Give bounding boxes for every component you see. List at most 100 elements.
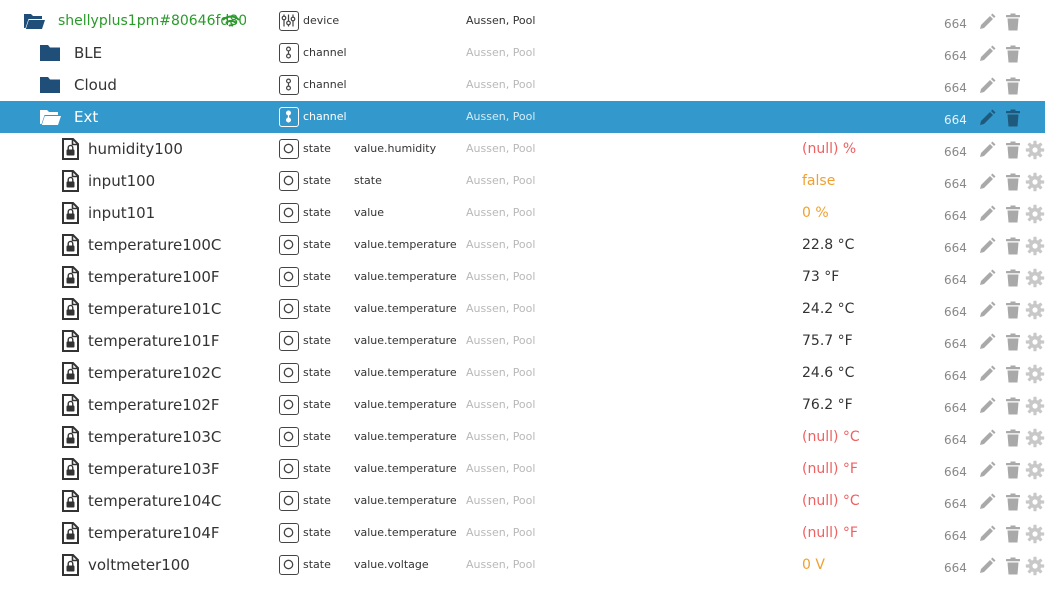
trash-icon[interactable] — [1003, 140, 1023, 160]
locked-file-icon — [58, 361, 82, 385]
tree-row-state[interactable]: temperature104C state value.temperature Aus… — [0, 485, 1045, 517]
pencil-icon[interactable] — [977, 12, 997, 32]
trash-icon[interactable] — [1003, 236, 1023, 256]
trash-icon[interactable] — [1003, 300, 1023, 320]
gear-icon[interactable] — [1025, 556, 1045, 576]
pencil-icon[interactable] — [977, 492, 997, 512]
tree-row-state[interactable]: temperature103F state value.temperature Aus… — [0, 453, 1045, 485]
object-value[interactable]: (null) % — [802, 133, 856, 165]
gear-icon[interactable] — [1025, 236, 1045, 256]
tree-row-state[interactable]: temperature103C state value.temperature Aus… — [0, 421, 1045, 453]
object-value[interactable]: 76.2 °F — [802, 389, 853, 421]
trash-icon[interactable] — [1003, 268, 1023, 288]
object-type: state — [303, 142, 331, 155]
tree-row-device[interactable]: shellyplus1pm#80646fd80e00# device Aussen,… — [0, 5, 1045, 37]
folder-open-icon[interactable] — [38, 105, 62, 129]
object-value[interactable]: 73 °F — [802, 261, 839, 293]
object-value[interactable]: 75.7 °F — [802, 325, 853, 357]
object-value[interactable]: 0 V — [802, 549, 825, 581]
gear-icon[interactable] — [1025, 460, 1045, 480]
pencil-icon[interactable] — [977, 140, 997, 160]
trash-icon[interactable] — [1003, 492, 1023, 512]
tree-row-channel[interactable]: Ext channel Aussen, Pool 664 — [0, 101, 1045, 133]
pencil-icon[interactable] — [977, 44, 997, 64]
gear-icon[interactable] — [1025, 524, 1045, 544]
object-name: input101 — [88, 204, 156, 222]
folder-icon[interactable] — [38, 41, 62, 65]
pencil-icon[interactable] — [977, 556, 997, 576]
object-value[interactable]: 0 % — [802, 197, 829, 229]
gear-icon[interactable] — [1025, 492, 1045, 512]
object-value[interactable]: (null) °C — [802, 485, 860, 517]
folder-open-icon[interactable] — [22, 9, 46, 33]
object-value[interactable]: 24.6 °C — [802, 357, 854, 389]
object-name: temperature102F — [88, 396, 220, 414]
trash-icon[interactable] — [1003, 108, 1023, 128]
pencil-icon[interactable] — [977, 268, 997, 288]
tree-row-channel[interactable]: BLE channel Aussen, Pool 664 — [0, 37, 1045, 69]
object-value[interactable]: 22.8 °C — [802, 229, 854, 261]
trash-icon[interactable] — [1003, 204, 1023, 224]
trash-icon[interactable] — [1003, 364, 1023, 384]
folder-icon[interactable] — [38, 73, 62, 97]
trash-icon[interactable] — [1003, 460, 1023, 480]
gear-icon[interactable] — [1025, 268, 1045, 288]
tree-row-state[interactable]: input101 state value Aussen, Pool 0 % 664 — [0, 197, 1045, 229]
trash-icon[interactable] — [1003, 396, 1023, 416]
object-room: Aussen, Pool — [466, 78, 536, 91]
device-type-icon — [279, 11, 299, 31]
pencil-icon[interactable] — [977, 460, 997, 480]
pencil-icon[interactable] — [977, 172, 997, 192]
object-room: Aussen, Pool — [466, 142, 536, 155]
gear-icon[interactable] — [1025, 140, 1045, 160]
gear-icon[interactable] — [1025, 332, 1045, 352]
gear-icon[interactable] — [1025, 300, 1045, 320]
locked-file-icon — [58, 553, 82, 577]
trash-icon[interactable] — [1003, 76, 1023, 96]
pencil-icon[interactable] — [977, 236, 997, 256]
pencil-icon[interactable] — [977, 300, 997, 320]
tree-row-state[interactable]: temperature100C state value.temperature Aus… — [0, 229, 1045, 261]
gear-icon[interactable] — [1025, 172, 1045, 192]
acl-value: 664 — [944, 273, 967, 287]
object-role: value.temperature — [354, 462, 457, 475]
tree-row-state[interactable]: input100 state state Aussen, Pool false 664 — [0, 165, 1045, 197]
gear-icon[interactable] — [1025, 204, 1045, 224]
gear-icon[interactable] — [1025, 396, 1045, 416]
gear-icon[interactable] — [1025, 364, 1045, 384]
trash-icon[interactable] — [1003, 556, 1023, 576]
object-role: value.temperature — [354, 430, 457, 443]
trash-icon[interactable] — [1003, 524, 1023, 544]
object-room: Aussen, Pool — [466, 494, 536, 507]
pencil-icon[interactable] — [977, 428, 997, 448]
object-value[interactable]: (null) °F — [802, 453, 858, 485]
object-value[interactable]: false — [802, 165, 835, 197]
pencil-icon[interactable] — [977, 364, 997, 384]
tree-row-state[interactable]: humidity100 state value.humidity Aussen, Po… — [0, 133, 1045, 165]
pencil-icon[interactable] — [977, 524, 997, 544]
trash-icon[interactable] — [1003, 428, 1023, 448]
pencil-icon[interactable] — [977, 332, 997, 352]
pencil-icon[interactable] — [977, 204, 997, 224]
object-name: voltmeter100 — [88, 556, 190, 574]
tree-row-channel[interactable]: Cloud channel Aussen, Pool 664 — [0, 69, 1045, 101]
object-value[interactable]: (null) °C — [802, 421, 860, 453]
tree-row-state[interactable]: voltmeter100 state value.voltage Aussen, Po… — [0, 549, 1045, 581]
trash-icon[interactable] — [1003, 12, 1023, 32]
tree-row-state[interactable]: temperature100F state value.temperature Aus… — [0, 261, 1045, 293]
tree-row-state[interactable]: temperature102C state value.temperature Aus… — [0, 357, 1045, 389]
object-value[interactable]: 24.2 °C — [802, 293, 854, 325]
trash-icon[interactable] — [1003, 172, 1023, 192]
trash-icon[interactable] — [1003, 332, 1023, 352]
gear-icon[interactable] — [1025, 428, 1045, 448]
pencil-icon[interactable] — [977, 396, 997, 416]
trash-icon[interactable] — [1003, 44, 1023, 64]
pencil-icon[interactable] — [977, 108, 997, 128]
pencil-icon[interactable] — [977, 76, 997, 96]
tree-row-state[interactable]: temperature104F state value.temperature Aus… — [0, 517, 1045, 549]
tree-row-state[interactable]: temperature101F state value.temperature Aus… — [0, 325, 1045, 357]
state-type-icon — [279, 491, 299, 511]
tree-row-state[interactable]: temperature102F state value.temperature Aus… — [0, 389, 1045, 421]
object-value[interactable]: (null) °F — [802, 517, 858, 549]
tree-row-state[interactable]: temperature101C state value.temperature Aus… — [0, 293, 1045, 325]
